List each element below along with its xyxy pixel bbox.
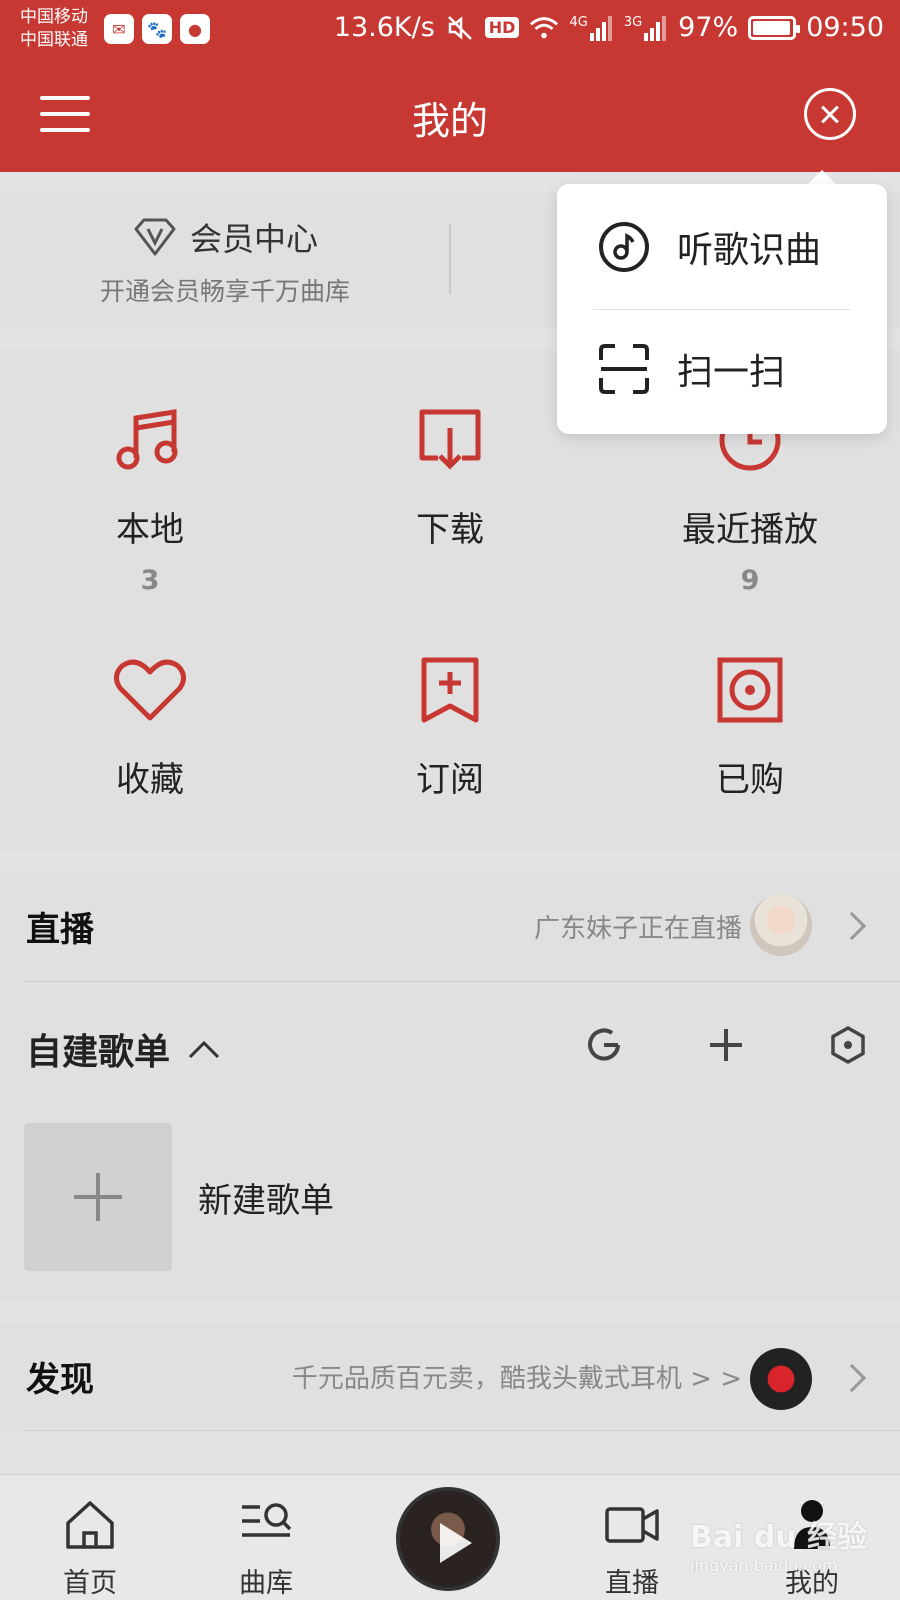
- tab-home[interactable]: 首页: [30, 1499, 150, 1600]
- download-icon: [419, 409, 481, 470]
- member-center-subtitle: 开通会员畅享千万曲库: [99, 277, 350, 306]
- grid-item-purchased[interactable]: 已购: [600, 650, 900, 801]
- grid-count: 9: [740, 565, 760, 596]
- popup-item-label: 听歌识曲: [677, 230, 822, 271]
- new-playlist-item[interactable]: 新建歌单: [24, 1123, 334, 1271]
- music-note-icon: [116, 409, 178, 470]
- grid-label: 本地: [116, 510, 184, 550]
- app-notification-icon: ✉: [104, 14, 134, 44]
- tab-library[interactable]: 曲库: [206, 1499, 326, 1600]
- chevron-right-icon: [837, 1363, 867, 1393]
- playlist-tools: [578, 1019, 874, 1071]
- divider: [593, 309, 851, 310]
- wifi-icon: [529, 13, 559, 43]
- video-camera-icon: [605, 1507, 659, 1543]
- scan-icon: [599, 344, 649, 394]
- import-icon: [588, 1028, 620, 1061]
- watermark-url: jingyan.baidu.com: [690, 1556, 838, 1575]
- popup-item-scan[interactable]: 扫一扫: [597, 342, 785, 396]
- popup-item-recognize-song[interactable]: 听歌识曲: [597, 220, 821, 274]
- new-playlist-plus-icon: [24, 1123, 172, 1271]
- add-playlist-button[interactable]: [700, 1019, 752, 1071]
- vip-diamond-icon: [134, 218, 176, 256]
- grid-label: 订阅: [416, 760, 484, 800]
- status-right: 13.6K/s HD 4G 3G 97% 09:50: [334, 12, 884, 43]
- baidu-watermark: Bai du 经验 jingyan.baidu.com: [690, 1512, 867, 1575]
- tab-label: 直播: [605, 1568, 659, 1599]
- plus-icon: [710, 1029, 742, 1061]
- discover-title: 发现: [26, 1360, 94, 1400]
- tab-label: 首页: [63, 1568, 117, 1599]
- playlist-settings-button[interactable]: [822, 1019, 874, 1071]
- created-playlists-section: 自建歌单 新建歌单: [0, 983, 900, 1301]
- grid-count: 3: [140, 565, 160, 596]
- heart-icon: [114, 659, 186, 721]
- subscribe-icon: [421, 657, 479, 723]
- status-bar: 中国移动 中国联通 ✉ 🐾 ● 13.6K/s HD 4G 3G 97% 09:…: [0, 0, 900, 66]
- network-speed: 13.6K/s: [333, 12, 435, 43]
- live-subtitle: 广东妹子正在直播: [533, 914, 742, 944]
- clock: 09:50: [806, 12, 884, 43]
- home-icon: [66, 1501, 114, 1549]
- library-search-icon: [242, 1503, 292, 1537]
- popup-item-label: 扫一扫: [677, 352, 786, 393]
- mute-icon: [445, 13, 475, 43]
- live-host-avatar: [750, 894, 812, 956]
- now-playing-disc[interactable]: [396, 1487, 500, 1591]
- close-icon[interactable]: [804, 88, 856, 140]
- page-title: 我的: [411, 99, 488, 143]
- tab-live[interactable]: 直播: [572, 1499, 692, 1600]
- watermark-brand: Bai du 经验: [690, 1520, 868, 1555]
- grid-item-favorites[interactable]: 收藏: [0, 650, 300, 801]
- carrier-1: 中国移动: [20, 7, 88, 27]
- divider: [449, 224, 451, 294]
- playlist-header[interactable]: 自建歌单: [26, 1023, 220, 1075]
- discover-subtitle: 千元品质百元卖，酷我头戴式耳机 > >: [291, 1364, 742, 1394]
- hd-badge: HD: [484, 17, 520, 38]
- member-center-title: 会员中心: [189, 220, 318, 258]
- purchased-icon: [717, 657, 783, 723]
- popup-menu: 听歌识曲 扫一扫: [557, 184, 887, 434]
- divider: [24, 981, 900, 982]
- divider: [24, 1430, 900, 1431]
- grid-item-subscribe[interactable]: 订阅: [300, 650, 600, 801]
- grid-item-download[interactable]: 下载: [300, 400, 600, 565]
- tab-label: 曲库: [239, 1568, 293, 1599]
- signal-3g-icon: 3G: [624, 15, 668, 41]
- notification-icons: ✉ 🐾 ●: [104, 14, 210, 44]
- grid-label: 已购: [716, 760, 784, 800]
- live-row[interactable]: 直播 广东妹子正在直播: [0, 872, 900, 982]
- headphones-ad-thumb: [750, 1348, 812, 1410]
- baidu-notification-icon: 🐾: [142, 14, 172, 44]
- grid-label: 下载: [416, 510, 484, 550]
- new-playlist-label: 新建歌单: [198, 1180, 334, 1221]
- live-title: 直播: [26, 910, 94, 950]
- app2-notification-icon: ●: [180, 14, 210, 44]
- discover-row[interactable]: 发现 千元品质百元卖，酷我头戴式耳机 > >: [0, 1322, 900, 1432]
- grid-item-local[interactable]: 本地 3: [0, 400, 300, 596]
- member-center-button[interactable]: 会员中心 开通会员畅享千万曲库: [0, 214, 450, 308]
- chevron-right-icon: [837, 911, 867, 941]
- carrier-info: 中国移动 中国联通: [20, 6, 88, 52]
- play-icon: [440, 1523, 472, 1563]
- battery-icon: [748, 15, 801, 40]
- signal-4g-icon: 4G: [569, 15, 613, 41]
- app-header: 我的: [0, 66, 900, 172]
- battery-fill: [753, 20, 791, 35]
- chevron-up-icon: [188, 1040, 220, 1059]
- playlist-title: 自建歌单: [26, 1032, 171, 1073]
- song-recognition-icon: [599, 222, 649, 272]
- carrier-2: 中国联通: [20, 30, 88, 50]
- grid-label: 收藏: [116, 760, 184, 800]
- grid-label: 最近播放: [682, 510, 818, 550]
- battery-percent: 97%: [678, 12, 739, 43]
- hexagon-settings-icon: [831, 1025, 865, 1065]
- import-playlist-button[interactable]: [578, 1019, 630, 1071]
